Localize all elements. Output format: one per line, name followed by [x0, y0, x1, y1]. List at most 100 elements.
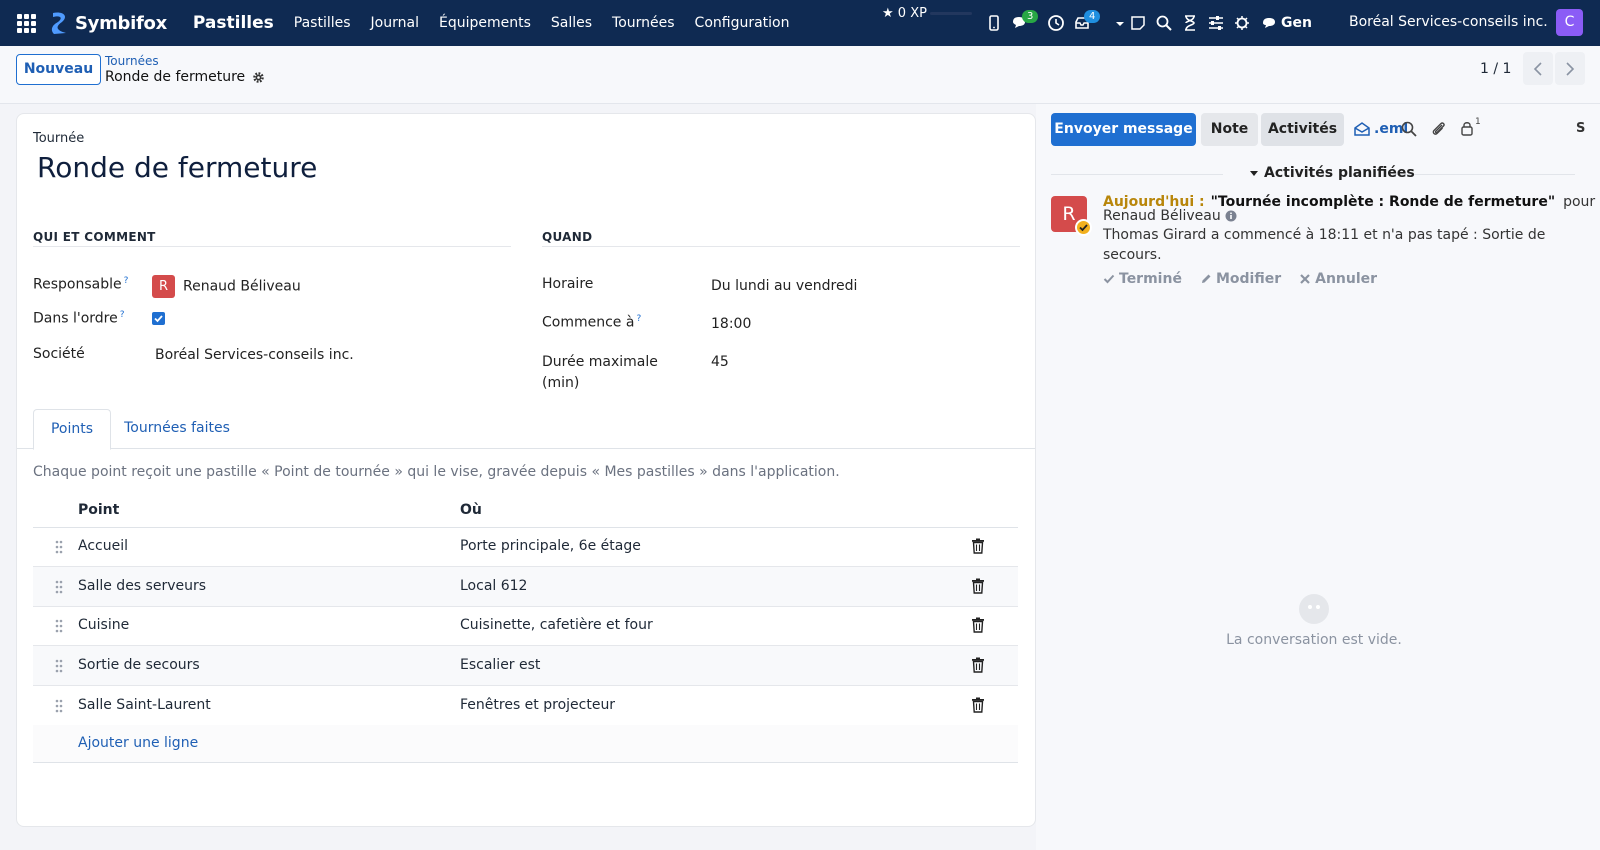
- table-row[interactable]: Salle des serveurs Local 612: [33, 567, 1018, 607]
- menu-item-salles[interactable]: Salles: [551, 15, 592, 31]
- sliders-icon[interactable]: [1207, 14, 1225, 32]
- menu-item-equipements[interactable]: Équipements: [439, 15, 531, 31]
- breadcrumb-current: Ronde de fermeture: [105, 69, 265, 85]
- point-location[interactable]: Cuisinette, cafetière et four: [460, 617, 653, 633]
- activities-badge: 4: [1084, 10, 1101, 23]
- tab-tournees-faites[interactable]: Tournées faites: [121, 409, 233, 449]
- user-avatar[interactable]: C: [1556, 9, 1583, 36]
- point-location[interactable]: Escalier est: [460, 657, 540, 673]
- info-icon[interactable]: [1225, 210, 1237, 222]
- search-icon[interactable]: [1155, 14, 1173, 32]
- point-name[interactable]: Cuisine: [78, 617, 129, 633]
- duration-field[interactable]: 45: [711, 354, 729, 370]
- activity-note: Thomas Girard a commencé à 18:11 et n'a …: [1103, 227, 1546, 263]
- table-row[interactable]: Salle Saint-Laurent Fenêtres et projecteu…: [33, 686, 1018, 726]
- bug-icon[interactable]: [1233, 14, 1251, 32]
- record-title[interactable]: Ronde de fermeture: [37, 151, 317, 184]
- company-field[interactable]: Boréal Services-conseils inc.: [155, 347, 354, 363]
- activity-assignee-line: Renaud Béliveau: [1103, 208, 1237, 224]
- section-when: QUAND: [542, 230, 1020, 247]
- app-name[interactable]: Pastilles: [193, 13, 274, 33]
- drag-handle-icon[interactable]: [54, 580, 64, 594]
- trash-icon[interactable]: [971, 538, 985, 554]
- points-help-text: Chaque point reçoit une pastille « Point…: [33, 464, 840, 480]
- brand-logo[interactable]: Symbifox: [49, 10, 167, 36]
- help-tooltip-icon[interactable]: ?: [120, 310, 125, 320]
- menu-item-journal[interactable]: Journal: [371, 15, 419, 31]
- chevron-left-icon: [1533, 61, 1542, 76]
- pager-next-button[interactable]: [1555, 52, 1585, 85]
- menu-item-pastilles[interactable]: Pastilles: [294, 15, 351, 31]
- envelope-open-icon: [1354, 122, 1370, 136]
- log-note-button[interactable]: Note: [1201, 113, 1258, 146]
- drag-handle-icon[interactable]: [54, 619, 64, 633]
- xp-value: 0 XP: [897, 6, 927, 21]
- menu-item-configuration[interactable]: Configuration: [695, 15, 790, 31]
- activities-icon[interactable]: 4: [1073, 10, 1101, 32]
- tab-points[interactable]: Points: [33, 409, 111, 450]
- chatter-s-toggle[interactable]: S: [1576, 121, 1585, 136]
- gen-menu[interactable]: Gen: [1261, 15, 1312, 31]
- search-messages-icon[interactable]: [1400, 120, 1418, 138]
- mobile-icon[interactable]: [985, 14, 1003, 32]
- checkmark-icon: [154, 315, 163, 323]
- divider: [1051, 174, 1223, 175]
- add-line-link[interactable]: Ajouter une ligne: [78, 735, 198, 751]
- trash-icon[interactable]: [971, 657, 985, 673]
- new-button[interactable]: Nouveau: [16, 54, 101, 85]
- followers-count: 1: [1475, 117, 1481, 127]
- breadcrumb-current-label: Ronde de fermeture: [105, 69, 246, 85]
- followers-button[interactable]: 1: [1460, 117, 1490, 138]
- ordered-checkbox[interactable]: [152, 312, 165, 325]
- drag-handle-icon[interactable]: [54, 699, 64, 713]
- point-name[interactable]: Sortie de secours: [78, 657, 200, 673]
- gear-icon[interactable]: [252, 71, 265, 84]
- schedule-field[interactable]: Du lundi au vendredi: [711, 278, 857, 294]
- help-tooltip-icon[interactable]: ?: [124, 276, 129, 286]
- pager-previous-button[interactable]: [1523, 52, 1553, 85]
- point-name[interactable]: Salle Saint-Laurent: [78, 697, 211, 713]
- point-location[interactable]: Fenêtres et projecteur: [460, 697, 615, 713]
- pager-value[interactable]: 1 / 1: [1480, 61, 1511, 77]
- activity-done-button[interactable]: Terminé: [1103, 271, 1182, 287]
- table-row[interactable]: Sortie de secours Escalier est: [33, 646, 1018, 686]
- drag-handle-icon[interactable]: [54, 659, 64, 673]
- table-row[interactable]: Cuisine Cuisinette, cafetière et four: [33, 606, 1018, 646]
- xp-counter[interactable]: ★ 0 XP: [882, 6, 927, 21]
- column-where[interactable]: Où: [460, 502, 482, 518]
- paperclip-icon[interactable]: [1430, 120, 1448, 138]
- clock-icon[interactable]: [1047, 14, 1065, 32]
- apps-menu-icon[interactable]: [17, 13, 37, 33]
- activity-cancel-button[interactable]: Annuler: [1299, 271, 1377, 287]
- responsible-field[interactable]: R Renaud Béliveau: [152, 275, 301, 298]
- point-name[interactable]: Salle des serveurs: [78, 578, 206, 594]
- point-location[interactable]: Porte principale, 6e étage: [460, 538, 641, 554]
- company-switcher[interactable]: Boréal Services-conseils inc.: [1349, 14, 1548, 30]
- table-row[interactable]: Accueil Porte principale, 6e étage: [33, 527, 1018, 567]
- breadcrumb-parent[interactable]: Tournées: [105, 54, 159, 68]
- point-name[interactable]: Accueil: [78, 538, 128, 554]
- column-point[interactable]: Point: [78, 502, 119, 518]
- divider: [1393, 174, 1575, 175]
- empty-chat-icon: [1299, 594, 1329, 624]
- check-icon: [1103, 274, 1115, 284]
- activities-button[interactable]: Activités: [1261, 113, 1344, 146]
- trash-icon[interactable]: [971, 578, 985, 594]
- trash-icon[interactable]: [971, 617, 985, 633]
- duration-label: Durée maximale (min): [542, 354, 658, 391]
- drag-handle-icon[interactable]: [54, 540, 64, 554]
- point-location[interactable]: Local 612: [460, 578, 527, 594]
- activity-edit-button[interactable]: Modifier: [1200, 271, 1281, 287]
- caret-down-icon[interactable]: [1111, 14, 1124, 32]
- menu-item-tournees[interactable]: Tournées: [612, 15, 675, 31]
- planned-activities-toggle[interactable]: Activités planifiées: [1249, 165, 1415, 181]
- note-icon[interactable]: [1129, 14, 1147, 32]
- symbifox-logo-icon: [51, 12, 66, 34]
- hourglass-icon[interactable]: [1181, 14, 1199, 32]
- start-field[interactable]: 18:00: [711, 316, 751, 332]
- trash-icon[interactable]: [971, 697, 985, 713]
- send-message-button[interactable]: Envoyer message: [1051, 113, 1196, 146]
- activity-assignee: Renaud Béliveau: [1103, 208, 1221, 224]
- help-tooltip-icon[interactable]: ?: [636, 314, 641, 324]
- messages-icon[interactable]: 3: [1011, 10, 1039, 32]
